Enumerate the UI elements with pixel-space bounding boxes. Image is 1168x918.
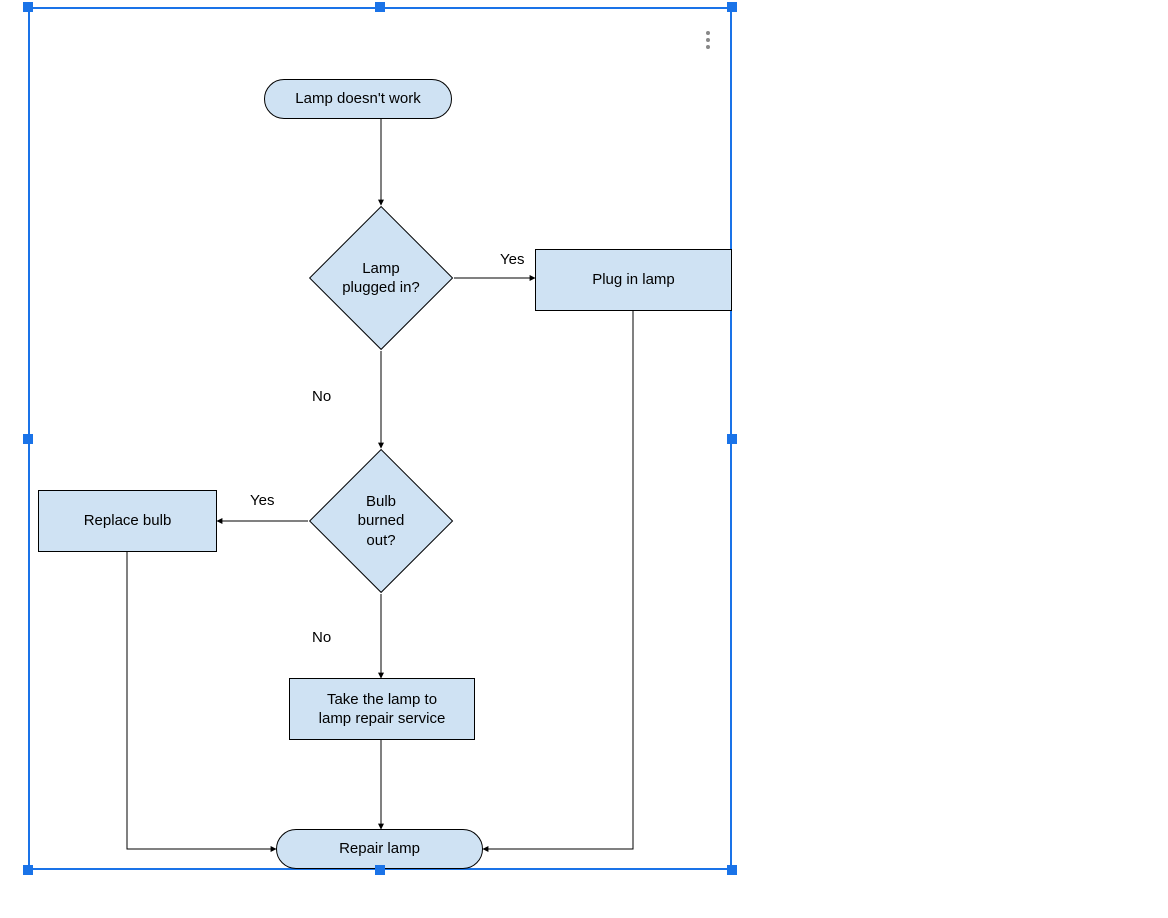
node-text: Lamp plugged in? — [342, 259, 420, 298]
selection-handle-middle-left[interactable] — [23, 434, 33, 444]
selection-handle-bottom-left[interactable] — [23, 865, 33, 875]
selection-handle-middle-right[interactable] — [727, 434, 737, 444]
node-text: Repair lamp — [339, 839, 420, 859]
selection-handle-top-right[interactable] — [727, 2, 737, 12]
node-text: Plug in lamp — [592, 270, 675, 290]
selection-bounding-box[interactable] — [28, 7, 732, 870]
selection-handle-bottom-right[interactable] — [727, 865, 737, 875]
edge-label-bulb-no: No — [312, 629, 331, 646]
node-text: Take the lamp to lamp repair service — [319, 690, 446, 729]
edge-label-bulb-yes: Yes — [250, 492, 274, 509]
node-text: Replace bulb — [84, 511, 172, 531]
kebab-dot-icon — [706, 45, 710, 49]
node-text: Bulb burned out? — [358, 492, 405, 551]
more-options-button[interactable] — [702, 28, 714, 52]
selection-handle-top-left[interactable] — [23, 2, 33, 12]
process-take-to-repair-service[interactable]: Take the lamp to lamp repair service — [289, 678, 475, 740]
terminator-repair-lamp[interactable]: Repair lamp — [276, 829, 483, 869]
process-plug-in-lamp[interactable]: Plug in lamp — [535, 249, 732, 311]
selection-handle-top-center[interactable] — [375, 2, 385, 12]
process-replace-bulb[interactable]: Replace bulb — [38, 490, 217, 552]
decision-lamp-plugged-in[interactable]: Lamp plugged in? — [308, 205, 454, 351]
kebab-dot-icon — [706, 38, 710, 42]
terminator-start[interactable]: Lamp doesn't work — [264, 79, 452, 119]
edge-label-plugged-no: No — [312, 388, 331, 405]
node-text: Lamp doesn't work — [295, 89, 420, 109]
edge-label-plugged-yes: Yes — [500, 251, 524, 268]
kebab-dot-icon — [706, 31, 710, 35]
decision-bulb-burned-out[interactable]: Bulb burned out? — [308, 448, 454, 594]
selection-handle-bottom-center[interactable] — [375, 865, 385, 875]
